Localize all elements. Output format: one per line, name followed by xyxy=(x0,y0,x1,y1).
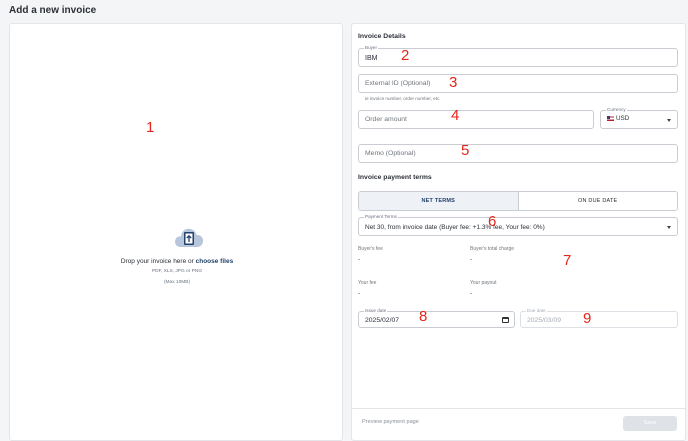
currency-label: Currency xyxy=(606,107,627,112)
memo-input[interactable]: Memo (Optional) xyxy=(358,144,678,163)
currency-value-wrap: USD xyxy=(607,115,629,122)
cloud-upload-icon xyxy=(175,228,204,247)
annotation-2: 2 xyxy=(401,47,410,64)
invoice-details-title: Invoice Details xyxy=(358,33,406,40)
currency-select[interactable]: Currency USD xyxy=(600,107,678,129)
terms-type-toggle: NET TERMS ON DUE DATE xyxy=(358,191,678,211)
your-fee-label: Your fee xyxy=(358,280,377,286)
accepted-formats: PDF, XLS, JPG or PNG xyxy=(151,269,203,274)
external-id-helper: ie invoice number, order number, etc. xyxy=(365,96,441,101)
annotation-6: 6 xyxy=(488,213,497,230)
due-date-label: Due date xyxy=(526,308,547,313)
footer-divider xyxy=(351,408,686,409)
memo-placeholder: Memo (Optional) xyxy=(365,150,416,157)
annotation-3: 3 xyxy=(449,74,458,91)
payment-terms-select[interactable]: Payment Terms Net 30, from invoice date … xyxy=(358,214,678,236)
calendar-icon[interactable] xyxy=(502,317,509,323)
buyers-total-label: Buyer's total charge xyxy=(470,246,515,252)
buyer-value: IBM xyxy=(365,55,378,62)
payment-terms-value: Net 30, from invoice date (Buyer fee: +1… xyxy=(365,224,545,231)
us-flag-icon xyxy=(607,116,614,121)
chevron-down-icon xyxy=(667,119,671,122)
annotation-8: 8 xyxy=(419,308,428,325)
order-amount-placeholder: Order amount xyxy=(365,116,407,123)
choose-files-link[interactable]: choose files xyxy=(196,258,234,265)
chevron-down-icon xyxy=(667,226,671,229)
tab-net-terms[interactable]: NET TERMS xyxy=(359,192,519,210)
payment-terms-title: Invoice payment terms xyxy=(358,174,432,181)
external-id-placeholder: External ID (Optional) xyxy=(365,80,431,87)
drop-prompt: Drop your invoice here or xyxy=(120,258,194,265)
issue-date-value: 2025/02/07 xyxy=(365,317,400,324)
external-id-input[interactable]: External ID (Optional) xyxy=(358,74,678,93)
save-button[interactable]: Save xyxy=(623,416,677,431)
your-fee-value: - xyxy=(358,291,360,297)
due-date-value: 2025/03/09 xyxy=(527,317,562,324)
currency-value: USD xyxy=(616,115,630,122)
your-payout-label: Your payout xyxy=(470,280,497,286)
preview-payment-link[interactable]: Preview payment page xyxy=(362,419,419,425)
annotation-7: 7 xyxy=(563,252,572,269)
annotation-5: 5 xyxy=(461,142,470,159)
due-date-input[interactable]: Due date 2025/03/09 xyxy=(520,308,678,328)
tab-on-due-date[interactable]: ON DUE DATE xyxy=(518,192,677,210)
buyers-fee-value: - xyxy=(358,257,360,263)
max-file-size: (Max 10MB) xyxy=(163,280,191,285)
payment-terms-label: Payment Terms xyxy=(364,214,398,219)
page-title: Add a new invoice xyxy=(9,5,97,16)
drop-instructions: Drop your invoice here or choose files xyxy=(10,258,344,265)
upload-dropzone[interactable]: Drop your invoice here or choose files P… xyxy=(9,23,343,441)
buyers-total-value: - xyxy=(470,257,472,263)
annotation-9: 9 xyxy=(583,310,592,327)
order-amount-input[interactable]: Order amount xyxy=(358,110,594,129)
buyer-label: Buyer xyxy=(364,45,379,50)
annotation-4: 4 xyxy=(451,107,460,124)
issue-date-input[interactable]: Issue date 2025/02/07 xyxy=(358,308,515,328)
issue-date-label: Issue date xyxy=(364,308,388,313)
your-payout-value: - xyxy=(470,291,472,297)
buyers-fee-label: Buyer's fee xyxy=(358,246,383,252)
annotation-1: 1 xyxy=(146,119,155,136)
